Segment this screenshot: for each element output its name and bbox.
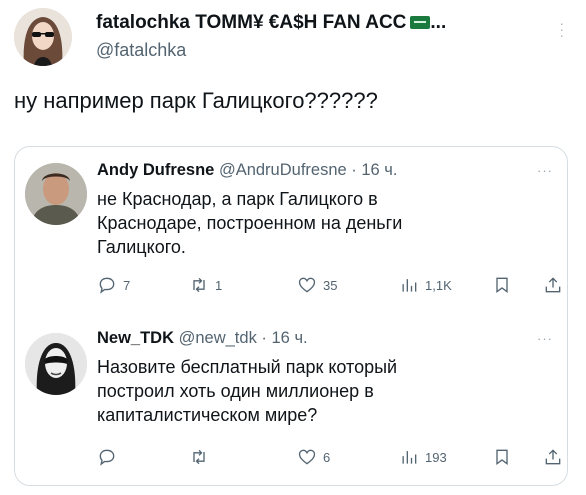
- retweet-button[interactable]: 1: [189, 273, 222, 297]
- retweet-button[interactable]: [189, 445, 209, 469]
- share-button[interactable]: [543, 273, 563, 297]
- share-icon: [545, 449, 561, 465]
- reply-author-handle[interactable]: @new_tdk: [179, 329, 257, 347]
- reply-actions: 6 193: [97, 445, 561, 469]
- views-icon: [402, 451, 417, 464]
- heart-icon: [298, 449, 316, 465]
- reply-avatar[interactable]: [25, 163, 87, 225]
- reply-text: не Краснодар, а парк Галицкого в Краснод…: [97, 187, 497, 259]
- reply-item[interactable]: New_TDK @new_tdk · 16 ч. ··· Назовите бе…: [15, 315, 567, 485]
- reply-text-line: не Краснодар, а парк Галицкого в: [97, 189, 378, 209]
- reply-text-line: Галицкого.: [97, 237, 186, 257]
- comment-icon: [99, 277, 115, 294]
- quoted-replies-card: Andy Dufresne @AndruDufresne · 16 ч. ···…: [14, 146, 568, 486]
- post-text: ну например парк Галицкого??????: [14, 88, 378, 113]
- reply-timestamp[interactable]: · 16 ч.: [351, 161, 397, 179]
- reply-button[interactable]: [97, 445, 117, 469]
- reply-author-handle[interactable]: @AndruDufresne: [219, 161, 347, 179]
- flag-icon: [410, 16, 431, 29]
- author-handle[interactable]: @fatalchka: [96, 40, 186, 61]
- reply-text-line: Назовите бесплатный парк который: [97, 357, 398, 377]
- reply-item[interactable]: Andy Dufresne @AndruDufresne · 16 ч. ···…: [15, 147, 567, 312]
- more-options-icon[interactable]: ···: [537, 331, 553, 346]
- reply-timestamp[interactable]: · 16 ч.: [261, 329, 307, 347]
- bookmark-button[interactable]: [492, 273, 512, 297]
- reply-avatar[interactable]: [25, 333, 87, 395]
- like-button[interactable]: 35: [297, 273, 337, 297]
- reply-author-name[interactable]: New_TDK: [97, 329, 174, 347]
- reply-button[interactable]: 7: [97, 273, 130, 297]
- share-button[interactable]: [543, 445, 563, 469]
- bookmark-icon: [496, 449, 508, 465]
- more-options-icon[interactable]: ···: [537, 163, 553, 178]
- reply-header: New_TDK @new_tdk · 16 ч.: [97, 329, 308, 348]
- retweet-icon: [193, 277, 205, 293]
- reply-actions: 7 1 35 1,1K: [97, 273, 561, 297]
- views-button[interactable]: 1,1K: [399, 273, 452, 297]
- reply-header: Andy Dufresne @AndruDufresne · 16 ч.: [97, 161, 397, 180]
- reply-count: 7: [123, 277, 131, 293]
- reply-text: Назовите бесплатный парк который построи…: [97, 355, 497, 427]
- retweet-count: 1: [215, 277, 223, 293]
- views-count: 193: [425, 449, 447, 465]
- reply-text-line: капиталистическом мире?: [97, 405, 318, 425]
- author-name-suffix: ...: [430, 12, 447, 33]
- heart-icon: [298, 277, 316, 293]
- author-name-text: fatalochka TOMM¥ €A$H FAN ACC: [96, 12, 407, 33]
- views-count: 1,1K: [425, 277, 452, 293]
- like-count: 6: [323, 449, 331, 465]
- like-button[interactable]: 6: [297, 445, 330, 469]
- bookmark-icon: [496, 277, 508, 293]
- post-header: fatalochka TOMM¥ €A$H FAN ACC... @fatalc…: [14, 8, 574, 70]
- like-count: 35: [323, 277, 338, 293]
- reply-text-line: построил хоть один миллионер в: [97, 381, 374, 401]
- retweet-icon: [193, 449, 205, 465]
- reply-author-name[interactable]: Andy Dufresne: [97, 161, 214, 179]
- views-button[interactable]: 193: [399, 445, 447, 469]
- share-icon: [545, 277, 561, 293]
- reply-text-line: Краснодаре, построенном на деньги: [97, 213, 403, 233]
- author-avatar[interactable]: [14, 8, 72, 66]
- more-options-icon[interactable]: ···: [559, 16, 564, 42]
- views-icon: [402, 279, 417, 292]
- author-name[interactable]: fatalochka TOMM¥ €A$H FAN ACC...: [96, 12, 446, 34]
- comment-icon: [99, 449, 115, 466]
- bookmark-button[interactable]: [492, 445, 512, 469]
